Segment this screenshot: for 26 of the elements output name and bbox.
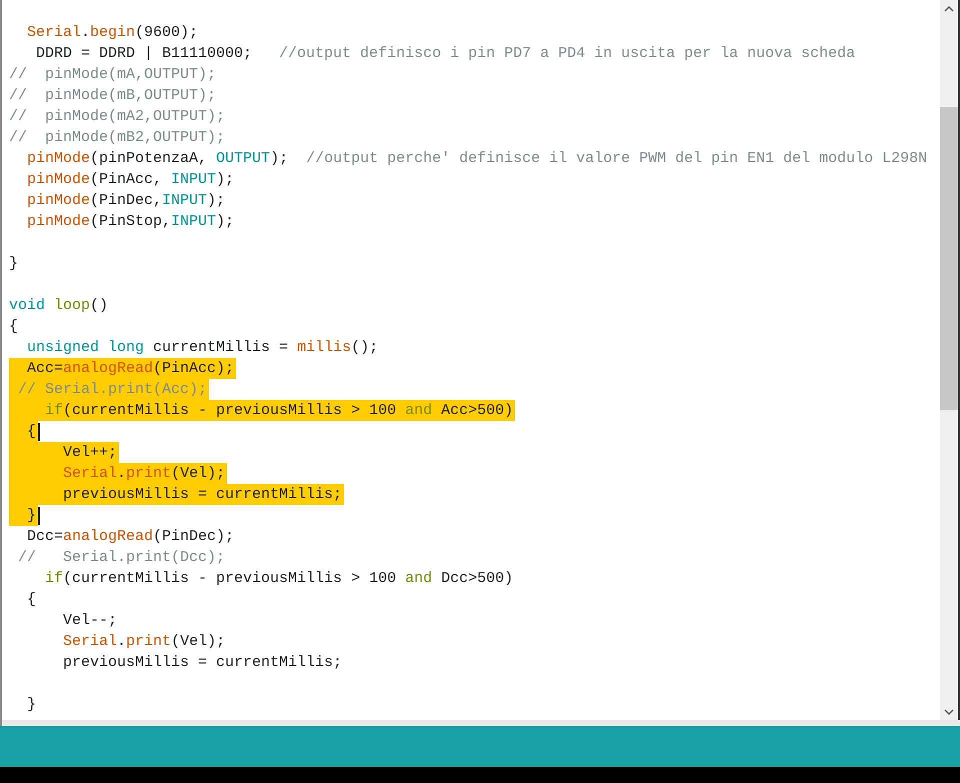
- code-line: pinMode(PinDec,INPUT);: [26, 191, 226, 211]
- code-line: // pinMode(mA2,OUTPUT);: [9, 107, 226, 127]
- code-line: previousMillis = currentMillis;: [62, 653, 344, 673]
- code-line: // Serial.print(Dcc);: [17, 548, 226, 568]
- code-line: pinMode(PinStop,INPUT);: [26, 212, 236, 232]
- code-line: }: [26, 695, 38, 715]
- code-line: Serial.print(Vel);: [62, 632, 226, 652]
- code-line: {: [9, 317, 20, 337]
- code-line: void loop(): [9, 296, 110, 316]
- code-line: Serial.begin(9600);: [26, 23, 200, 43]
- code-line: unsigned long currentMillis = millis();: [26, 338, 380, 358]
- scrollbar[interactable]: [940, 0, 958, 720]
- code-line: }: [9, 254, 20, 274]
- code-line: // pinMode(mA,OUTPUT);: [9, 65, 218, 85]
- code-line: {: [26, 590, 38, 610]
- code-line: DDRD = DDRD | B11110000; //output definisco i pin PD7 a PD4 in uscita per la nuova scheda: [35, 44, 856, 64]
- scrollbar-thumb[interactable]: [940, 107, 958, 410]
- code-line: if(currentMillis - previousMillis > 100 and Dcc>500): [44, 569, 514, 589]
- code-line: // pinMode(mB2,OUTPUT);: [9, 128, 226, 148]
- code-line: pinMode(PinAcc, INPUT);: [26, 170, 236, 190]
- caret-up-icon: [944, 6, 954, 12]
- code-line: pinMode(pinPotenzaA, OUTPUT); //output perche' definisce il valore PWM del pin EN1 del modulo L298N: [26, 149, 928, 169]
- code-line: Dcc=analogRead(PinDec);: [26, 527, 236, 547]
- caret-down-icon: [944, 708, 954, 714]
- code-line: // pinMode(mB,OUTPUT);: [9, 86, 218, 106]
- code-line: Vel--;: [62, 611, 118, 631]
